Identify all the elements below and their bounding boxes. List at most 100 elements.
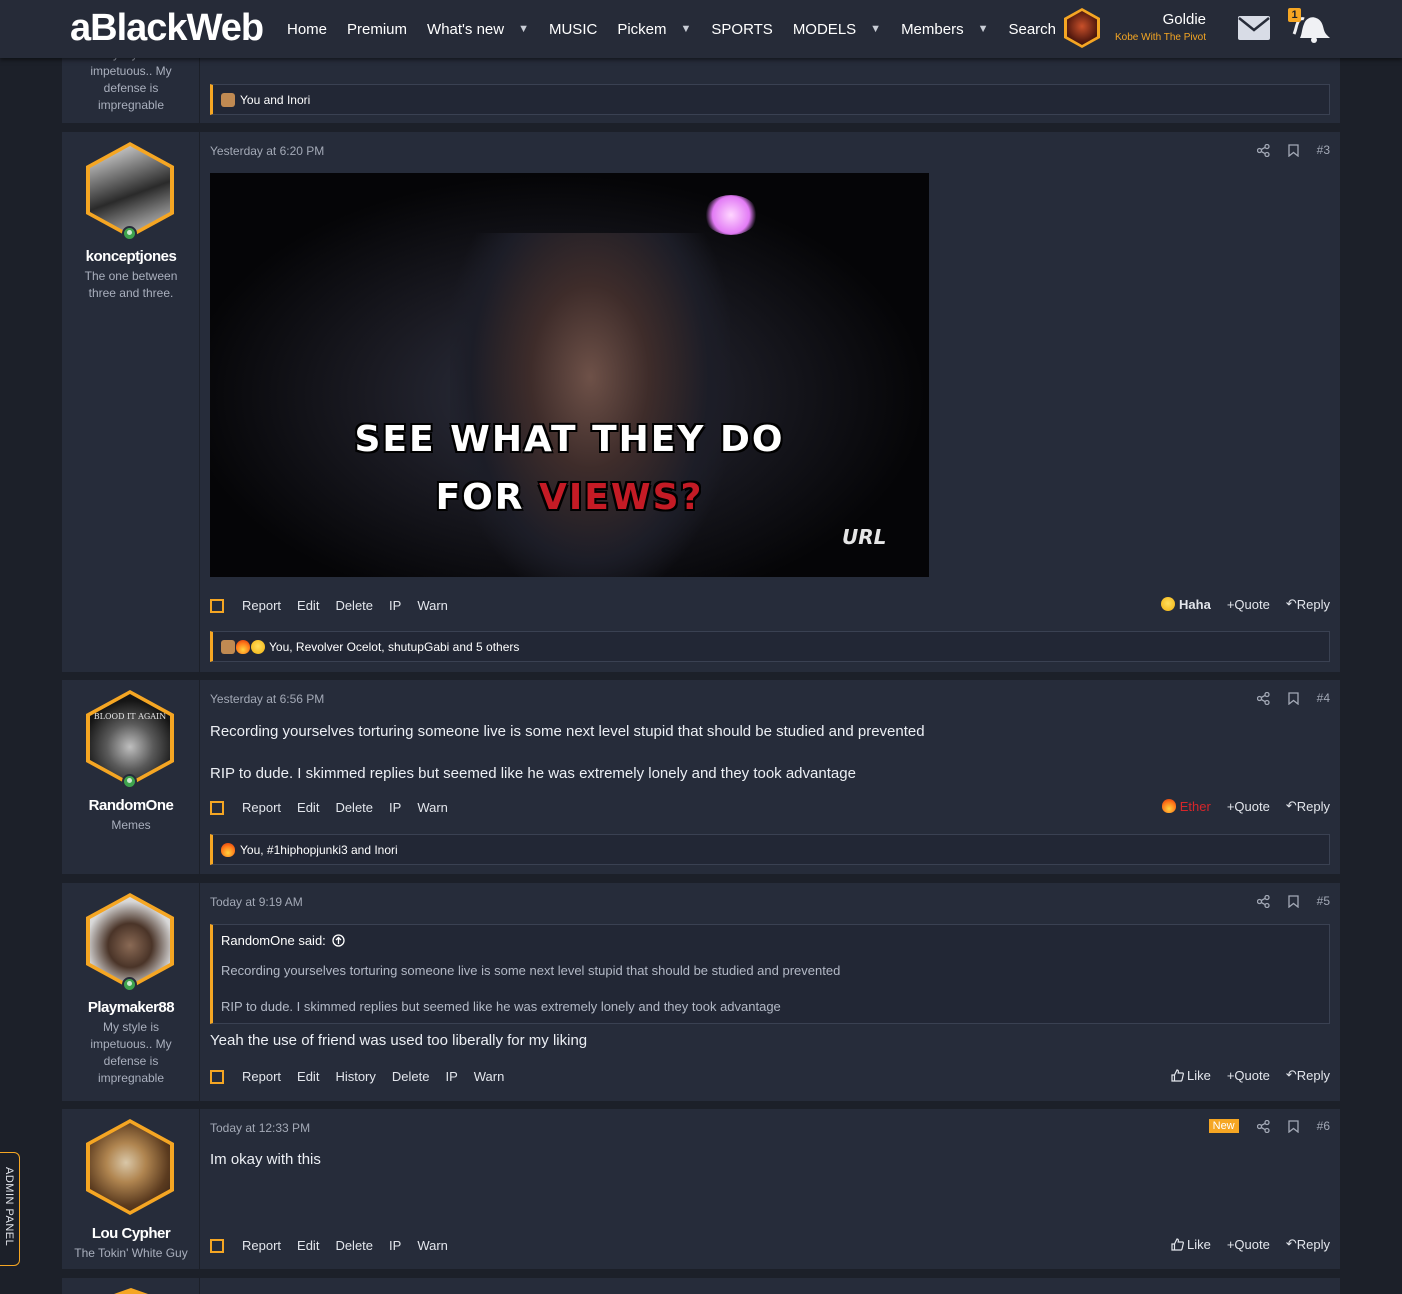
select-post-checkbox[interactable] [210, 1069, 224, 1084]
report-button[interactable]: Report [242, 1238, 281, 1253]
account-username[interactable]: Goldie [1163, 11, 1206, 28]
reactions-bar[interactable]: You, #1hiphopjunki3 and Inori [210, 834, 1330, 865]
alerts-count-badge: 1 [1288, 8, 1301, 22]
reactions-bar[interactable]: You and Inori [210, 84, 1330, 115]
reply-button[interactable]: ↶ Reply [1286, 596, 1330, 612]
post-user-panel [62, 1278, 200, 1294]
quote-header[interactable]: RandomOne said: [221, 933, 345, 948]
alerts-button[interactable]: 1 [1288, 8, 1334, 48]
chevron-down-icon[interactable]: ▼ [518, 23, 529, 35]
chevron-down-icon[interactable]: ▼ [681, 23, 692, 35]
select-post-checkbox[interactable] [210, 598, 224, 613]
bookmark-icon[interactable] [1287, 1119, 1299, 1133]
avatar[interactable] [114, 1288, 148, 1294]
post-date[interactable]: Yesterday at 6:56 PM [210, 692, 324, 706]
nav-models[interactable]: MODELS ▼ [793, 21, 881, 38]
plus-icon: + [1226, 1067, 1235, 1083]
share-icon[interactable] [1256, 691, 1270, 705]
gif-image[interactable]: SEE WHAT THEY DO FOR VIEWS? URL [210, 173, 929, 577]
post-number-link[interactable]: #4 [1317, 691, 1330, 705]
avatar[interactable] [1064, 8, 1100, 48]
quote-button[interactable]: + Quote [1227, 799, 1270, 814]
avatar[interactable]: BLOOD IT AGAIN [86, 690, 174, 786]
edit-button[interactable]: Edit [297, 1238, 319, 1253]
delete-button[interactable]: Delete [335, 800, 373, 815]
delete-button[interactable]: Delete [335, 1238, 373, 1253]
haha-reaction-icon [251, 639, 265, 654]
account-menu[interactable]: Goldie Kobe With The Pivot [1064, 8, 1206, 50]
nav-search[interactable]: Search [1008, 21, 1056, 38]
username[interactable]: konceptjones [62, 248, 200, 265]
avatar[interactable] [86, 1119, 174, 1215]
like-button[interactable]: Like [1171, 1068, 1211, 1083]
delete-button[interactable]: Delete [335, 598, 373, 613]
quote-button[interactable]: + Quote [1227, 1068, 1270, 1083]
reply-label: Reply [1296, 1236, 1330, 1252]
share-icon[interactable] [1256, 1119, 1270, 1133]
edit-button[interactable]: Edit [297, 1069, 319, 1084]
reaction-button[interactable]: Haha [1161, 597, 1211, 612]
post-date[interactable]: Yesterday at 6:20 PM [210, 144, 324, 158]
delete-button[interactable]: Delete [392, 1069, 430, 1084]
nav-music[interactable]: MUSIC [549, 21, 597, 38]
reaction-button[interactable]: Ether [1161, 799, 1211, 814]
avatar[interactable] [86, 142, 174, 238]
reply-button[interactable]: ↶ Reply [1286, 798, 1330, 814]
reactions-bar[interactable]: You, Revolver Ocelot, shutupGabi and 5 o… [210, 631, 1330, 662]
online-status-icon [122, 774, 137, 789]
reply-button[interactable]: ↶ Reply [1286, 1067, 1330, 1083]
select-post-checkbox[interactable] [210, 1238, 224, 1253]
share-icon[interactable] [1256, 143, 1270, 157]
haha-emoji-icon [1161, 597, 1176, 611]
quote-author[interactable]: RandomOne said: [221, 933, 326, 948]
quote-button[interactable]: + Quote [1227, 1237, 1270, 1252]
nav-pickem-label: Pickem [617, 20, 667, 38]
warn-button[interactable]: Warn [417, 1238, 448, 1253]
nav-pickem[interactable]: Pickem ▼ [617, 21, 691, 38]
nav-premium[interactable]: Premium [347, 21, 407, 38]
admin-panel-tab[interactable]: ADMIN PANEL [0, 1152, 20, 1266]
ip-button[interactable]: IP [445, 1069, 457, 1084]
report-button[interactable]: Report [242, 800, 281, 815]
arrow-up-circle-icon[interactable] [332, 934, 345, 947]
warn-button[interactable]: Warn [417, 598, 448, 613]
main-nav: Home Premium What's new ▼ MUSIC Pickem ▼ S… [287, 0, 1076, 58]
nav-whats-new[interactable]: What's new ▼ [427, 21, 529, 38]
post-date[interactable]: Today at 12:33 PM [210, 1121, 310, 1135]
like-button[interactable]: Like [1171, 1237, 1211, 1252]
post-date[interactable]: Today at 9:19 AM [210, 895, 303, 909]
report-button[interactable]: Report [242, 1069, 281, 1084]
nav-sports[interactable]: SPORTS [711, 21, 772, 38]
select-post-checkbox[interactable] [210, 800, 224, 815]
post-number-link[interactable]: #3 [1317, 143, 1330, 157]
share-icon[interactable] [1256, 894, 1270, 908]
bookmark-icon[interactable] [1287, 894, 1299, 908]
post-4: BLOOD IT AGAIN RandomOne Memes Yesterday… [62, 680, 1340, 874]
bookmark-icon[interactable] [1287, 691, 1299, 705]
history-button[interactable]: History [335, 1069, 375, 1084]
reply-button[interactable]: ↶ Reply [1286, 1236, 1330, 1252]
chevron-down-icon[interactable]: ▼ [870, 23, 881, 35]
edit-button[interactable]: Edit [297, 598, 319, 613]
ip-button[interactable]: IP [389, 598, 401, 613]
nav-members[interactable]: Members ▼ [901, 21, 988, 38]
chevron-down-icon[interactable]: ▼ [978, 23, 989, 35]
username[interactable]: RandomOne [62, 797, 200, 814]
post-number-link[interactable]: #6 [1317, 1119, 1330, 1133]
site-logo[interactable]: aBlackWeb [70, 6, 264, 50]
bookmark-icon[interactable] [1287, 143, 1299, 157]
warn-button[interactable]: Warn [417, 800, 448, 815]
nav-home[interactable]: Home [287, 21, 327, 38]
username[interactable]: Playmaker88 [62, 999, 200, 1016]
warn-button[interactable]: Warn [474, 1069, 505, 1084]
post-number-link[interactable]: #5 [1317, 894, 1330, 908]
envelope-icon[interactable] [1238, 16, 1270, 40]
edit-button[interactable]: Edit [297, 800, 319, 815]
ip-button[interactable]: IP [389, 800, 401, 815]
post-user-panel: BLOOD IT AGAIN RandomOne Memes [62, 680, 200, 874]
quote-button[interactable]: + Quote [1227, 597, 1270, 612]
username[interactable]: Lou Cypher [62, 1225, 200, 1242]
avatar[interactable] [86, 893, 174, 989]
ip-button[interactable]: IP [389, 1238, 401, 1253]
report-button[interactable]: Report [242, 598, 281, 613]
